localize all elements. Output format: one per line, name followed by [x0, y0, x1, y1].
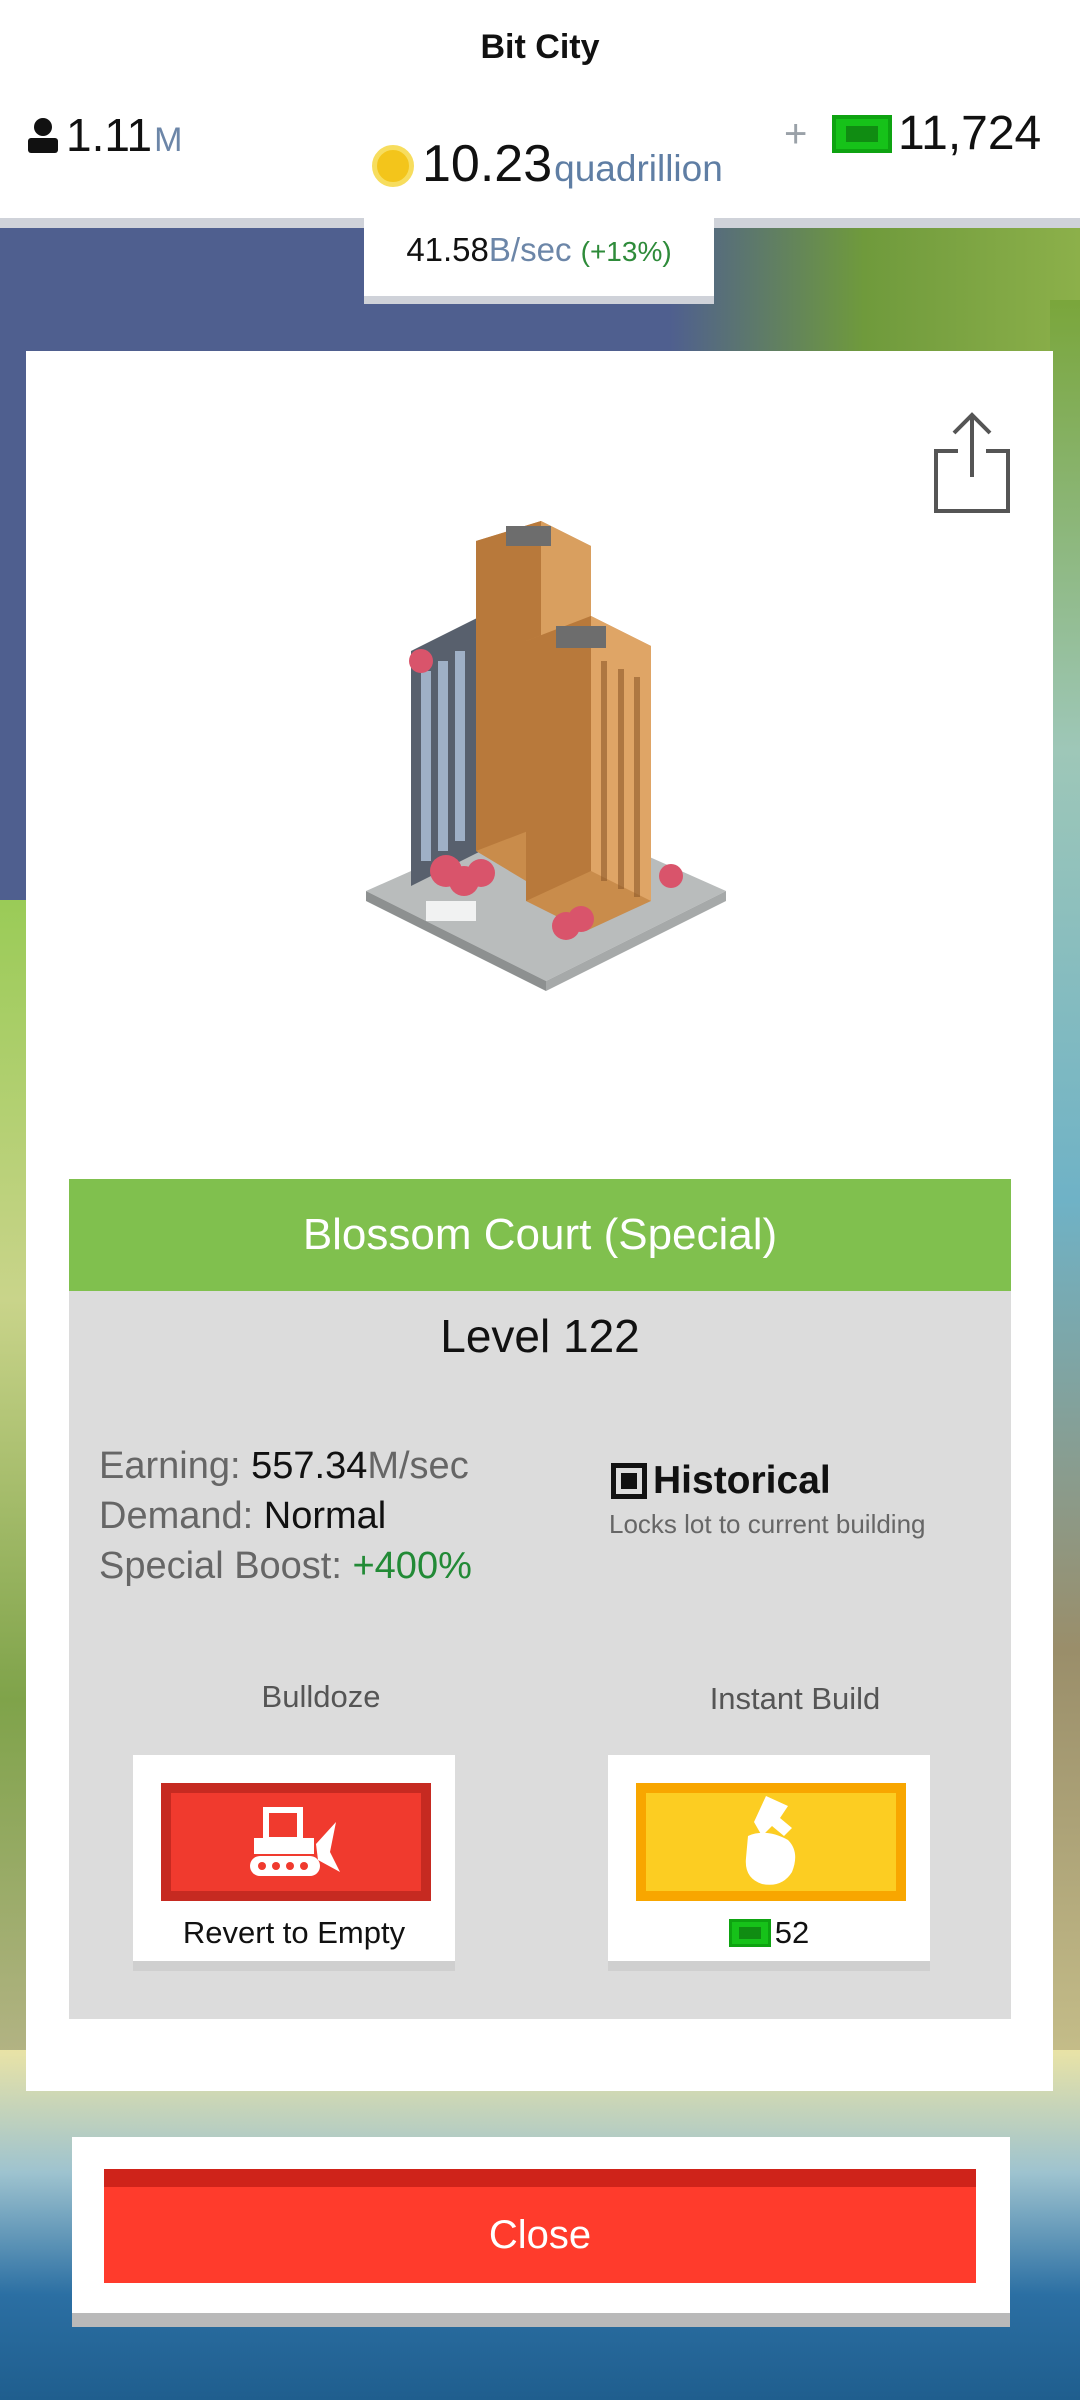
share-icon[interactable] — [932, 411, 1012, 515]
historical-checkbox[interactable] — [611, 1463, 647, 1499]
instant-build-button[interactable] — [636, 1783, 906, 1901]
earning-row: Earning: 557.34M/sec — [99, 1441, 472, 1491]
top-status-bar: Bit City 1.11 M 10.23 quadrillion + 11,7… — [0, 0, 1080, 228]
instant-build-cost: 52 — [608, 1915, 930, 1951]
coin-icon — [372, 145, 414, 187]
population-icon — [28, 118, 58, 153]
historical-toggle[interactable]: Historical Locks lot to current building — [609, 1459, 926, 1540]
building-info-area: Level 122 Earning: 557.34M/sec Demand: N… — [69, 1291, 1011, 2019]
close-button[interactable]: Close — [104, 2169, 976, 2283]
cash-icon — [832, 114, 892, 153]
coin-balance: 10.23 quadrillion — [372, 134, 723, 194]
historical-description: Locks lot to current building — [609, 1509, 926, 1539]
instant-build-label: Instant Build — [709, 1681, 881, 1716]
coin-unit: quadrillion — [554, 148, 723, 189]
rate-unit: B/sec — [488, 231, 572, 268]
hammer-hand-icon — [745, 1796, 796, 1885]
demand-row: Demand: Normal — [99, 1491, 472, 1541]
historical-label: Historical — [653, 1459, 831, 1502]
bulldoze-label: Bulldoze — [261, 1679, 381, 1714]
population-unit: M — [154, 121, 183, 159]
instant-build-cost-value: 52 — [774, 1915, 810, 1950]
background-scenery-right — [1050, 300, 1080, 2100]
building-detail-panel: Blossom Court (Special) Level 122 Earnin… — [26, 351, 1053, 2091]
revert-to-empty-caption: Revert to Empty — [182, 1915, 406, 1950]
instant-build-card: 52 — [608, 1755, 930, 1971]
cash-value: 11,724 — [898, 107, 1042, 160]
bulldozer-icon — [250, 1807, 340, 1876]
building-image — [366, 521, 726, 991]
coin-value: 10.23 — [422, 135, 553, 193]
add-cash-button[interactable]: + — [784, 112, 807, 157]
earning-value: 557.34 — [251, 1445, 368, 1487]
special-boost-row: Special Boost: +400% — [99, 1541, 472, 1591]
special-boost-value: +400% — [352, 1545, 472, 1587]
bulldoze-card: Revert to Empty — [133, 1755, 455, 1971]
cash-balance[interactable]: 11,724 — [832, 106, 1041, 161]
app-title: Bit City — [480, 28, 600, 66]
demand-value: Normal — [263, 1495, 387, 1537]
building-level: Level 122 — [440, 1310, 640, 1362]
demand-label: Demand: — [99, 1495, 254, 1537]
cash-icon — [728, 1919, 771, 1947]
population-value: 1.11 — [66, 109, 153, 161]
earning-unit: M/sec — [367, 1445, 469, 1487]
rate-value: 41.58 — [406, 231, 489, 268]
earning-label: Earning: — [99, 1445, 241, 1487]
building-stats: Earning: 557.34M/sec Demand: Normal Spec… — [99, 1441, 472, 1591]
bulldoze-button[interactable] — [161, 1783, 431, 1901]
close-area: Close — [72, 2137, 1010, 2327]
income-rate-box: 41.58B/sec (+13%) — [364, 218, 714, 304]
special-boost-label: Special Boost: — [99, 1545, 342, 1587]
rate-boost: (+13%) — [580, 236, 672, 267]
building-name-header: Blossom Court (Special) — [69, 1179, 1011, 1291]
population-counter: 1.11 M — [26, 108, 182, 162]
income-rate: 41.58B/sec (+13%) — [364, 220, 714, 282]
